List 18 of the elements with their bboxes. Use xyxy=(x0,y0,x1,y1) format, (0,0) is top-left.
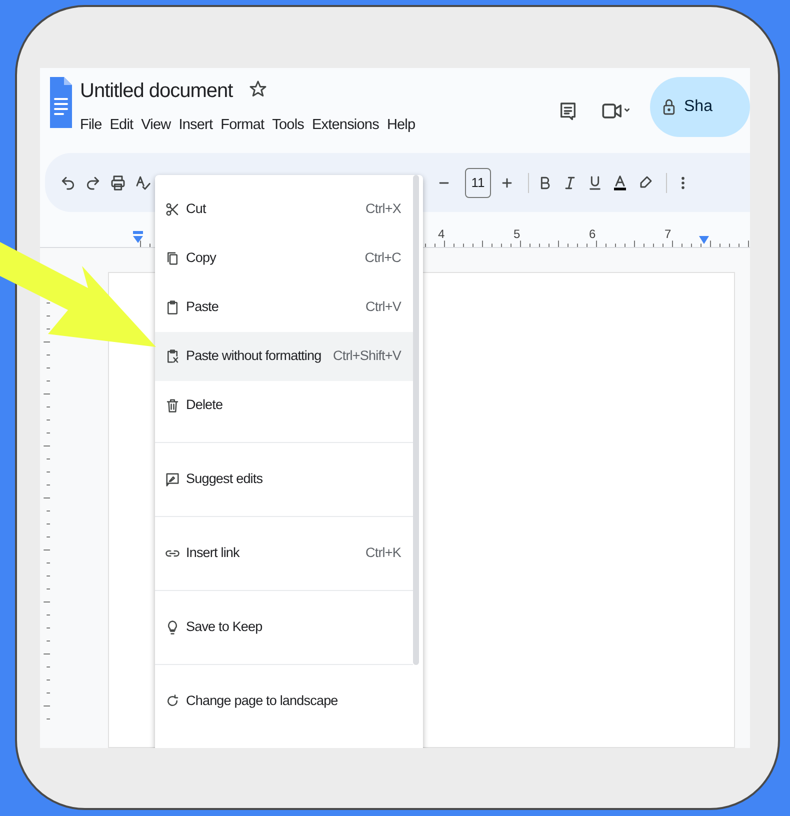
menu-label: Cut xyxy=(186,200,206,218)
menu-label: Paste xyxy=(186,298,219,316)
ruler-number: 7 xyxy=(664,226,672,243)
menu-label: Save to Keep xyxy=(186,618,262,636)
ruler-number: 5 xyxy=(514,226,520,243)
shortcut-text: Ctrl+Shift+V xyxy=(333,347,401,366)
shortcut-text: Ctrl+K xyxy=(366,544,401,562)
menu-label: Paste without formatting xyxy=(186,347,322,366)
menu-label: Change page to landscape xyxy=(186,692,338,710)
menu-label: Suggest edits xyxy=(186,470,263,488)
shortcut-text: Ctrl+X xyxy=(366,200,401,218)
menu-label: Delete xyxy=(186,396,223,414)
ruler-number: 4 xyxy=(438,226,445,243)
menu-label: Copy xyxy=(186,249,216,268)
menu-label: Insert link xyxy=(186,544,240,562)
shortcut-text: Ctrl+C xyxy=(364,249,401,268)
shortcut-text: Ctrl+V xyxy=(366,298,401,316)
ruler-number: 6 xyxy=(589,226,596,243)
